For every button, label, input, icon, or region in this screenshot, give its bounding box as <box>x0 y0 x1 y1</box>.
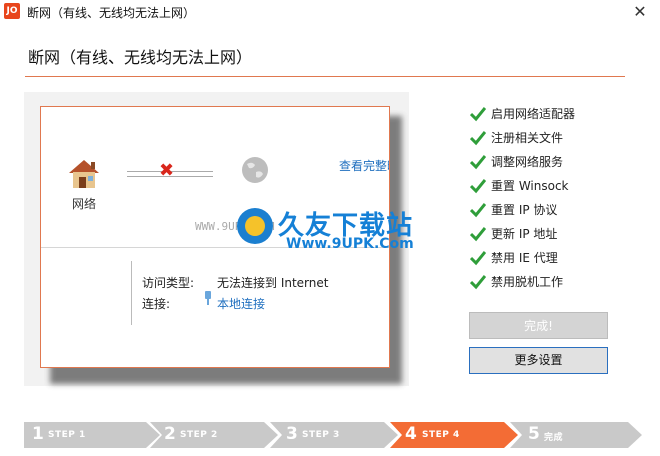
repair-checklist: 启用网络适配器 注册相关文件 调整网络服务 重置 Winsock 重置 IP 协… <box>470 104 630 296</box>
checkmark-icon <box>470 131 486 146</box>
close-button[interactable]: ✕ <box>630 2 650 22</box>
step-number: 5 <box>528 424 540 444</box>
checklist-item: 禁用脱机工作 <box>470 272 630 296</box>
checklist-label: 禁用脱机工作 <box>491 275 564 289</box>
checklist-item: 更新 IP 地址 <box>470 224 630 248</box>
checklist-label: 禁用 IE 代理 <box>491 251 558 265</box>
step-5: 5 完成 <box>510 422 642 448</box>
step-label: STEP 2 <box>180 430 218 440</box>
checklist-item: 调整网络服务 <box>470 152 630 176</box>
checkmark-icon <box>470 203 486 218</box>
header-divider <box>25 76 625 77</box>
step-chevron-shape <box>24 422 160 448</box>
step-number: 4 <box>405 424 417 444</box>
checklist-label: 启用网络适配器 <box>491 107 576 121</box>
access-type-label: 访问类型: <box>142 276 195 290</box>
access-type-value: 无法连接到 Internet <box>217 276 329 290</box>
checklist-label: 重置 Winsock <box>491 179 569 193</box>
step-4: 4 STEP 4 <box>390 422 518 448</box>
step-1: 1 STEP 1 <box>24 422 160 448</box>
step-3: 3 STEP 3 <box>270 422 398 448</box>
checklist-item: 重置 Winsock <box>470 176 630 200</box>
checklist-label: 更新 IP 地址 <box>491 227 558 241</box>
step-number: 3 <box>286 424 298 444</box>
done-button[interactable]: 完成! <box>469 312 608 339</box>
network-plug-icon <box>205 291 211 305</box>
checkmark-icon <box>470 275 486 290</box>
checklist-label: 重置 IP 协议 <box>491 203 558 217</box>
local-connection-link[interactable]: 本地连接 <box>217 295 265 312</box>
watermark-url: Www.9UPK.Com <box>286 236 414 252</box>
step-number: 1 <box>32 424 44 444</box>
step-2: 2 STEP 2 <box>150 422 278 448</box>
checkmark-icon <box>470 107 486 122</box>
step-label: STEP 1 <box>48 430 86 440</box>
step-progress-bar: 1 STEP 1 2 STEP 2 3 STEP 3 4 STEP 4 5 完成 <box>0 422 660 448</box>
checkmark-icon <box>470 155 486 170</box>
watermark-logo-icon <box>237 208 273 244</box>
view-full-map-link[interactable]: 查看完整映射 <box>339 157 389 174</box>
more-settings-button[interactable]: 更多设置 <box>469 347 608 374</box>
checklist-item: 重置 IP 协议 <box>470 200 630 224</box>
checklist-item: 注册相关文件 <box>470 128 630 152</box>
checkmark-icon <box>470 251 486 266</box>
disconnected-x-icon: ✖ <box>159 160 175 181</box>
house-icon <box>69 160 99 188</box>
checkmark-icon <box>470 179 486 194</box>
step-label: 完成 <box>544 433 564 443</box>
app-logo-icon: JO <box>4 3 20 19</box>
info-divider <box>131 261 132 325</box>
checklist-item: 启用网络适配器 <box>470 104 630 128</box>
internet-globe-icon <box>242 157 268 183</box>
title-bar: JO 断网（有线、无线均无法上网） ✕ <box>0 0 660 28</box>
window-title: 断网（有线、无线均无法上网） <box>27 6 196 20</box>
connection-label: 连接: <box>142 297 171 311</box>
step-number: 2 <box>164 424 176 444</box>
checklist-label: 注册相关文件 <box>491 131 564 145</box>
checklist-label: 调整网络服务 <box>491 155 564 169</box>
page-title: 断网（有线、无线均无法上网） <box>28 48 253 67</box>
checklist-item: 禁用 IE 代理 <box>470 248 630 272</box>
step-label: STEP 3 <box>302 430 340 440</box>
checkmark-icon <box>470 227 486 242</box>
step-label: STEP 4 <box>422 430 460 440</box>
network-label: 网络 <box>72 197 97 211</box>
